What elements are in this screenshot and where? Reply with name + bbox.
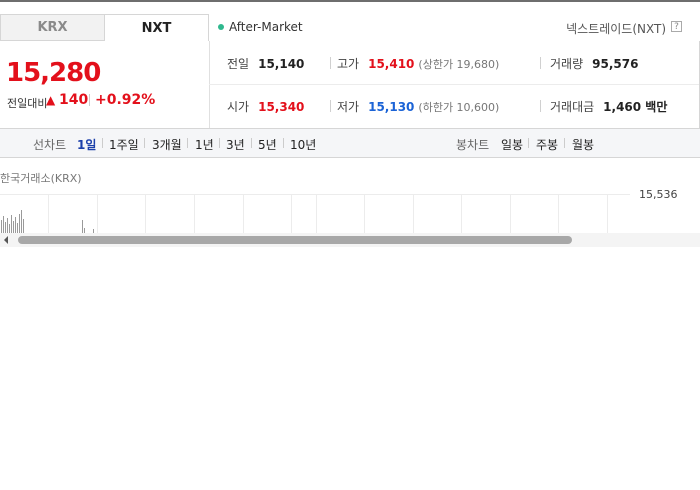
current-price: 15,280 bbox=[6, 58, 101, 88]
stat-open: 시가 15,340 bbox=[227, 98, 304, 115]
chart-gridline bbox=[607, 194, 608, 236]
tab-krx[interactable]: KRX bbox=[0, 14, 104, 41]
tab-nxt[interactable]: NXT bbox=[104, 14, 209, 41]
intraday-volume-bars bbox=[1, 210, 94, 234]
stat-high: 고가 15,410 (상한가 19,680) bbox=[337, 55, 499, 72]
session-status: After-Market bbox=[218, 20, 303, 34]
stat-value: 15,130 bbox=[368, 100, 415, 114]
scrollbar-thumb[interactable] bbox=[18, 236, 572, 244]
chart-gridline bbox=[364, 194, 365, 236]
stat-label: 거래대금 bbox=[550, 100, 595, 114]
session-label: After-Market bbox=[229, 20, 303, 34]
change-label: 전일대비 bbox=[7, 97, 48, 110]
chart-gridline bbox=[558, 194, 559, 236]
line-chart-periods: 선차트 1일 1주일 3개월 1년 3년 5년 10년 bbox=[0, 129, 352, 157]
up-arrow-icon: ▲ bbox=[46, 93, 56, 107]
chart-gridline bbox=[0, 194, 630, 195]
chart-gridline bbox=[243, 194, 244, 236]
chart-gridline bbox=[413, 194, 414, 236]
chart-toolbar: 선차트 1일 1주일 3개월 1년 3년 5년 10년 봉차트 일봉 주봉 월봉 bbox=[0, 128, 700, 158]
chart-gridline bbox=[291, 194, 292, 236]
stat-label: 전일 bbox=[227, 57, 250, 71]
market-label: 넥스트레이드(NXT) bbox=[566, 22, 666, 36]
period-1d[interactable]: 1일 bbox=[77, 136, 96, 153]
chart-gridline bbox=[194, 194, 195, 236]
stat-prev-close: 전일 15,140 bbox=[227, 55, 304, 72]
chart-gridline bbox=[316, 194, 317, 236]
stat-value: 15,340 bbox=[258, 100, 305, 114]
stat-label: 거래량 bbox=[550, 57, 584, 71]
period-1w[interactable]: 1주일 bbox=[109, 136, 139, 153]
change-percent: +0.92% bbox=[95, 92, 156, 108]
stat-value: 15,410 bbox=[368, 57, 415, 71]
divider bbox=[330, 57, 331, 69]
candle-chart-periods: 봉차트 일봉 주봉 월봉 bbox=[351, 129, 700, 157]
y-axis-tick: 15,536 bbox=[639, 188, 678, 201]
divider bbox=[102, 138, 103, 148]
chart-gridline bbox=[510, 194, 511, 236]
period-3y[interactable]: 3년 bbox=[226, 136, 245, 153]
chart-gridline bbox=[145, 194, 146, 236]
period-5y[interactable]: 5년 bbox=[258, 136, 277, 153]
period-3m[interactable]: 3개월 bbox=[152, 136, 182, 153]
divider bbox=[187, 138, 188, 148]
period-daily[interactable]: 일봉 bbox=[501, 136, 523, 153]
line-chart-label: 선차트 bbox=[33, 138, 67, 152]
period-1y[interactable]: 1년 bbox=[195, 136, 214, 153]
divider bbox=[209, 41, 210, 129]
period-weekly[interactable]: 주봉 bbox=[536, 136, 558, 153]
status-dot-icon bbox=[218, 24, 224, 30]
stat-value: 95,576 bbox=[592, 57, 639, 71]
divider bbox=[528, 138, 529, 148]
scroll-left-icon[interactable] bbox=[3, 235, 9, 245]
period-10y[interactable]: 10년 bbox=[290, 136, 316, 153]
divider bbox=[219, 138, 220, 148]
period-monthly[interactable]: 월봉 bbox=[572, 136, 594, 153]
divider bbox=[283, 138, 284, 148]
stat-label: 시가 bbox=[227, 100, 250, 114]
top-border bbox=[0, 0, 700, 2]
chart-gridline bbox=[461, 194, 462, 236]
stat-limit: (하한가 10,600) bbox=[418, 101, 500, 114]
candle-chart-label: 봉차트 bbox=[456, 138, 490, 152]
stat-label: 고가 bbox=[337, 57, 360, 71]
stat-low: 저가 15,130 (하한가 10,600) bbox=[337, 98, 499, 115]
divider bbox=[89, 94, 90, 106]
divider bbox=[251, 138, 252, 148]
stat-turnover: 거래대금 1,460 백만 bbox=[550, 98, 667, 115]
horizontal-scrollbar[interactable] bbox=[0, 233, 700, 247]
change-value: 140 bbox=[59, 92, 89, 108]
divider bbox=[144, 138, 145, 148]
exchange-label: 한국거래소(KRX) bbox=[0, 172, 82, 185]
stat-volume: 거래량 95,576 bbox=[550, 55, 638, 72]
divider bbox=[330, 100, 331, 112]
stat-value: 1,460 백만 bbox=[603, 100, 668, 114]
divider bbox=[209, 84, 699, 85]
divider bbox=[540, 57, 541, 69]
stat-label: 저가 bbox=[337, 100, 360, 114]
stat-value: 15,140 bbox=[258, 57, 305, 71]
divider bbox=[540, 100, 541, 112]
divider bbox=[564, 138, 565, 148]
stat-limit: (상한가 19,680) bbox=[418, 58, 500, 71]
help-icon[interactable]: ? bbox=[671, 21, 682, 32]
